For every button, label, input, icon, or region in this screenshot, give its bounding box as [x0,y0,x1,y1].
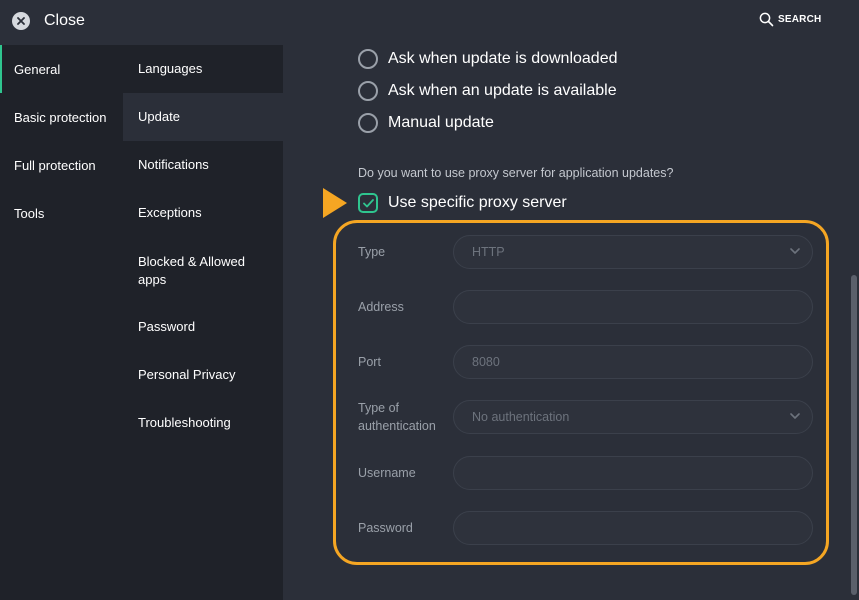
sidebar: General Basic protection Full protection… [0,45,123,600]
subnav-item-update[interactable]: Update [123,93,283,141]
subnav-item-exceptions[interactable]: Exceptions [123,189,283,237]
scrollbar-thumb[interactable] [851,275,857,595]
subnav-item-label: Exceptions [138,205,202,220]
pointer-arrow-icon [323,188,347,218]
chevron-down-icon [790,413,800,419]
radio-ask-when-downloaded[interactable]: Ask when update is downloaded [358,49,618,69]
subnav-item-label: Languages [138,61,203,76]
sidebar-item-label: Full protection [14,157,96,173]
proxy-question: Do you want to use proxy server for appl… [358,166,674,180]
chevron-down-icon [790,248,800,254]
checkmark-icon [362,198,374,207]
subnav-item-blocked-allowed-apps[interactable]: Blocked & Allowed apps [123,241,248,301]
radio-button[interactable] [358,49,378,69]
sidebar-item-basic-protection[interactable]: Basic protection [0,93,123,141]
proxy-auth-select[interactable]: No authentication [453,400,813,434]
sidebar-item-full-protection[interactable]: Full protection [0,141,123,189]
proxy-password-input[interactable] [453,511,813,545]
radio-button[interactable] [358,81,378,101]
subnav-item-label: Password [138,319,196,334]
use-proxy-checkbox-row[interactable]: Use specific proxy server [358,193,567,213]
proxy-address-input[interactable] [453,290,813,324]
radio-ask-when-available[interactable]: Ask when an update is available [358,81,617,101]
search-label: SEARCH [778,14,822,25]
subnav-item-languages[interactable]: Languages [123,45,283,93]
radio-label: Ask when update is downloaded [388,50,618,67]
proxy-username-label: Username [358,466,416,480]
search-button[interactable]: SEARCH [759,12,821,27]
subnav-item-troubleshooting[interactable]: Troubleshooting [123,399,283,447]
subnav-item-notifications[interactable]: Notifications [123,141,283,189]
proxy-type-row: Type HTTP [358,235,813,269]
proxy-address-label: Address [358,300,404,314]
subnav-item-personal-privacy[interactable]: Personal Privacy [123,351,283,399]
subnav-item-label: Notifications [138,157,209,172]
use-proxy-label: Use specific proxy server [388,194,567,211]
close-icon [12,12,30,30]
radio-label: Ask when an update is available [388,82,617,99]
update-settings-panel: Ask when update is downloaded Ask when a… [283,45,859,600]
radio-button[interactable] [358,113,378,133]
sidebar-item-label: Tools [14,205,45,221]
subnav-item-label: Blocked & Allowed apps [138,254,245,287]
subnav: Languages Update Notifications Exception… [123,45,283,600]
sidebar-item-label: General [14,61,61,77]
proxy-port-input[interactable]: 8080 [453,345,813,379]
radio-manual-update[interactable]: Manual update [358,113,494,133]
sidebar-item-label: Basic protection [14,109,107,125]
proxy-address-row: Address [358,290,813,324]
proxy-port-placeholder: 8080 [472,355,500,369]
proxy-type-select[interactable]: HTTP [453,235,813,269]
sidebar-item-general[interactable]: General [0,45,123,93]
top-bar: Close SEARCH [0,0,859,45]
proxy-password-label: Password [358,521,413,535]
proxy-type-value: HTTP [472,245,505,259]
proxy-port-label: Port [358,355,381,369]
proxy-port-row: Port 8080 [358,345,813,379]
proxy-auth-row: Type of authentication No authentication [358,400,813,434]
proxy-password-row: Password [358,511,813,545]
use-proxy-checkbox[interactable] [358,193,378,213]
subnav-item-password[interactable]: Password [123,303,283,351]
search-icon [759,12,774,27]
radio-label: Manual update [388,114,494,131]
close-button[interactable]: Close [12,12,85,30]
sidebar-item-tools[interactable]: Tools [0,189,123,237]
proxy-auth-value: No authentication [472,410,570,424]
proxy-type-label: Type [358,245,386,259]
subnav-item-label: Troubleshooting [138,415,231,430]
close-label: Close [44,12,85,29]
proxy-username-row: Username [358,456,813,490]
proxy-auth-label: Type of authentication [358,401,436,433]
subnav-item-label: Update [138,109,180,124]
proxy-username-input[interactable] [453,456,813,490]
subnav-item-label: Personal Privacy [138,367,236,382]
